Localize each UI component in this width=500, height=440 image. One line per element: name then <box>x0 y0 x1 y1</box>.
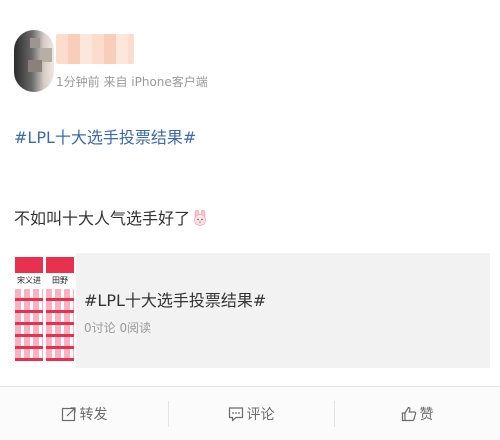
username-redacted[interactable] <box>56 34 134 64</box>
comment-icon <box>228 407 243 422</box>
weibo-post-card: 1分钟前 来自 iPhone客户端 #LPL十大选手投票结果# 不如叫十大人气选… <box>0 0 500 386</box>
thumbnail-left-label: 宋义进 <box>17 276 41 285</box>
thumbnail-grid <box>46 289 74 361</box>
avatar[interactable] <box>14 30 54 92</box>
thumbnail-header-bar <box>46 257 74 273</box>
post-text: 不如叫十大人气选手好了 <box>14 205 208 229</box>
thumbs-up-icon <box>401 406 416 422</box>
post-header: 1分钟前 来自 iPhone客户端 <box>14 30 474 100</box>
like-button[interactable]: 赞 <box>334 387 500 440</box>
thumbnail-grid <box>15 289 43 361</box>
comment-button[interactable]: 评论 <box>168 387 334 440</box>
post-action-bar: 转发 评论 赞 <box>0 386 500 440</box>
forward-button[interactable]: 转发 <box>0 387 168 440</box>
link-card-stats: 0讨论 0阅读 <box>84 321 152 335</box>
like-label: 赞 <box>419 407 434 423</box>
thumbnail-column-left: 宋义进 <box>15 257 43 365</box>
link-card-title[interactable]: #LPL十大选手投票结果# <box>84 287 266 311</box>
link-card-thumbnail: 宋义进 田野 <box>12 253 76 368</box>
forward-label: 转发 <box>79 407 108 423</box>
post-meta: 1分钟前 来自 iPhone客户端 <box>56 75 208 89</box>
link-card[interactable]: 宋义进 田野 #LPL十大选手投票结果# 0讨论 0阅读 <box>12 253 490 368</box>
comment-label: 评论 <box>246 407 275 423</box>
thumbnail-header-bar <box>15 257 43 273</box>
avatar-blur-block <box>28 60 42 72</box>
post-text-content: 不如叫十大人气选手好了 <box>14 209 191 228</box>
share-icon <box>61 407 76 422</box>
post-hashtag-link[interactable]: #LPL十大选手投票结果# <box>14 124 196 148</box>
bunny-emoji-icon <box>194 210 206 226</box>
thumbnail-right-label: 田野 <box>52 276 68 285</box>
thumbnail-column-right: 田野 <box>46 257 74 365</box>
avatar-blur-block <box>30 38 40 48</box>
